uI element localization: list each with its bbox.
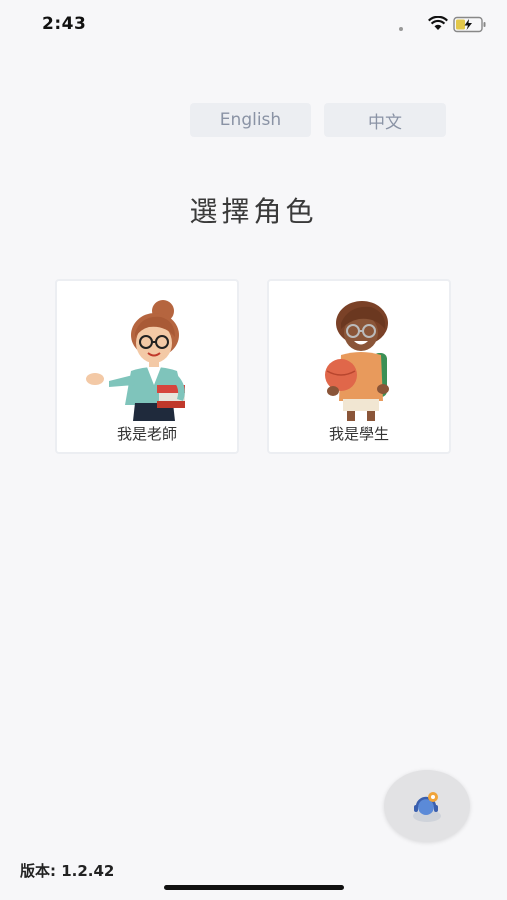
teacher-role-label: 我是老師 [116,425,177,443]
home-indicator [164,885,344,890]
status-bar: 2:43 [0,0,507,50]
chinese-language-button[interactable]: 中文 [324,103,446,137]
student-illustration-icon [325,301,389,421]
english-language-button[interactable]: English [190,103,311,137]
app-version: 版本: 1.2.42 [20,862,115,880]
status-time: 2:43 [42,14,87,34]
teacher-illustration-icon [86,300,185,421]
battery-charging-icon [453,16,486,33]
assistant-chat-button[interactable] [384,770,470,842]
teacher-role-card[interactable]: 我是老師 [55,279,239,454]
student-role-card[interactable]: 我是學生 [267,279,451,454]
signal-dot-icon [399,27,403,31]
student-role-label: 我是學生 [328,425,389,443]
support-agent-icon [413,792,441,822]
page-title: 選擇角色 [189,195,318,228]
wifi-icon [428,16,448,30]
